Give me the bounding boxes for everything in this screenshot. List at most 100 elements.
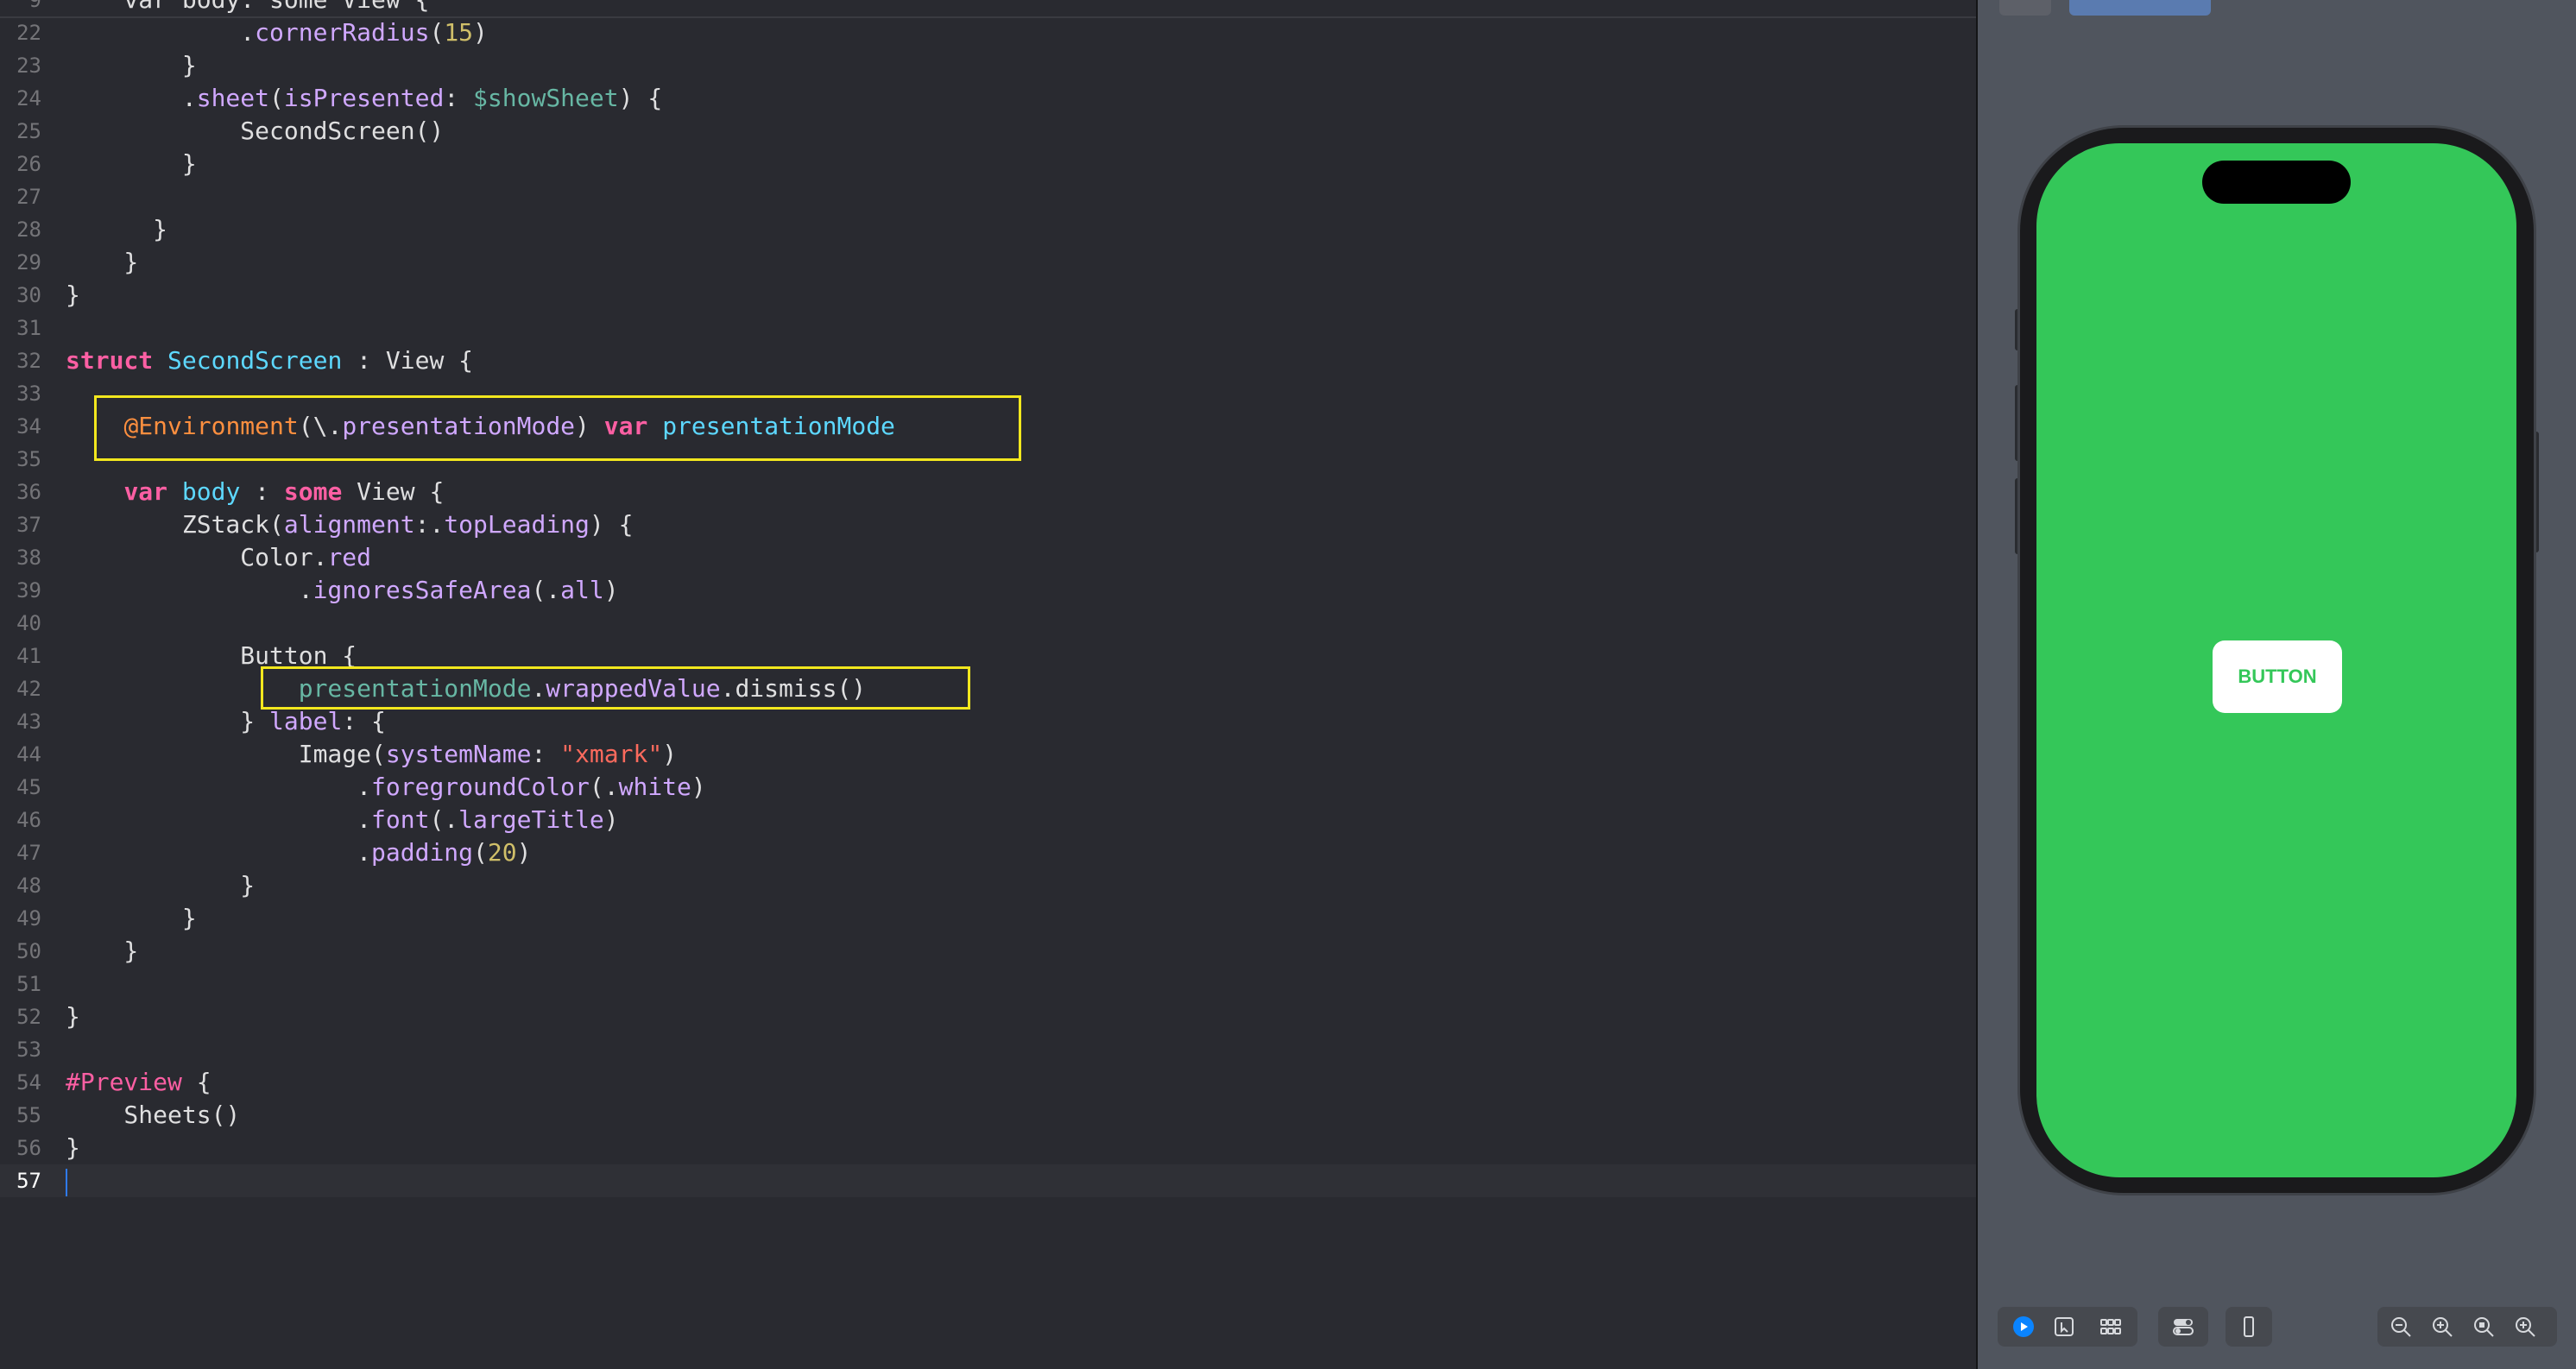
device-icon[interactable]	[2238, 1315, 2260, 1338]
code-line[interactable]: 24 .sheet(isPresented: $showSheet) {	[0, 82, 1976, 115]
code-line[interactable]: 52}	[0, 1000, 1976, 1033]
code-line[interactable]: 28 }	[0, 213, 1976, 246]
code-token: ) {	[589, 510, 634, 539]
line-number: 28	[16, 218, 41, 242]
code-token: Image(	[66, 740, 386, 768]
line-number: 44	[16, 742, 41, 767]
code-line[interactable]: 48 }	[0, 869, 1976, 902]
code-token: (.	[429, 805, 459, 834]
code-text: Color.red	[66, 541, 371, 574]
code-text: .padding(20)	[66, 836, 531, 869]
line-number: 23	[16, 54, 41, 78]
preview-tab[interactable]	[2069, 0, 2211, 16]
line-number: 45	[16, 775, 41, 799]
line-number: 56	[16, 1136, 41, 1160]
add-preview-button[interactable]	[1999, 0, 2051, 16]
code-token: .	[66, 838, 372, 867]
code-token: )	[603, 576, 619, 604]
code-token: )	[662, 740, 678, 768]
code-line[interactable]: 29 }	[0, 246, 1976, 279]
line-number: 29	[16, 250, 41, 274]
code-line[interactable]: 46 .font(.largeTitle)	[0, 804, 1976, 836]
code-token: }	[66, 1002, 80, 1031]
code-text: }	[66, 49, 197, 82]
code-line[interactable]: 32 struct SecondScreen : View {	[0, 344, 1976, 377]
code-token: some	[283, 477, 343, 506]
code-token: alignment	[283, 510, 415, 539]
code-token: )	[516, 838, 532, 867]
code-line[interactable]: 40	[0, 607, 1976, 640]
zoom-out-icon[interactable]	[2390, 1315, 2412, 1338]
code-token: SecondScreen	[167, 346, 343, 375]
code-line[interactable]: 55 Sheets()	[0, 1099, 1976, 1132]
highlight-box-environment	[94, 395, 1021, 461]
zoom-100-icon[interactable]	[2472, 1315, 2495, 1338]
code-text: SecondScreen()	[66, 115, 444, 148]
line-number: 46	[16, 808, 41, 832]
code-token: )	[691, 773, 706, 801]
code-line[interactable]: 38 Color.red	[0, 541, 1976, 574]
code-line[interactable]: 51	[0, 968, 1976, 1000]
code-token: : {	[342, 707, 386, 735]
line-number: 25	[16, 119, 41, 143]
code-line[interactable]: 36 var body : some View {	[0, 476, 1976, 508]
line-number: 53	[16, 1038, 41, 1062]
code-line[interactable]: 47 .padding(20)	[0, 836, 1976, 869]
code-token: }	[66, 707, 270, 735]
canvas-settings-icon[interactable]	[2172, 1315, 2194, 1338]
code-line[interactable]: 54 #Preview {	[0, 1066, 1976, 1099]
line-number: 49	[16, 906, 41, 931]
line-number: 22	[16, 21, 41, 45]
code-editor[interactable]: 9 var body: some View { 22 .cornerRadius…	[0, 0, 1976, 1369]
code-line[interactable]: 45 .foregroundColor(.white)	[0, 771, 1976, 804]
code-token: red	[327, 543, 372, 571]
line-number: 37	[16, 513, 41, 537]
code-line[interactable]: 56}	[0, 1132, 1976, 1164]
code-line[interactable]: 22 .cornerRadius(15)	[0, 16, 1976, 49]
code-text: Sheets()	[66, 1099, 240, 1132]
code-token: )	[473, 18, 488, 47]
code-line[interactable]: 44 Image(systemName: "xmark")	[0, 738, 1976, 771]
code-token: $showSheet	[473, 84, 619, 112]
code-token: }	[66, 904, 197, 932]
code-token: :	[444, 84, 474, 112]
code-token: :.	[414, 510, 445, 539]
line-number: 35	[16, 447, 41, 471]
select-icon[interactable]	[2053, 1315, 2075, 1338]
code-line[interactable]: 23 }	[0, 49, 1976, 82]
code-token: .	[66, 773, 372, 801]
code-text: }	[66, 279, 80, 312]
code-line[interactable]: 30}	[0, 279, 1976, 312]
code-line[interactable]: 50 }	[0, 935, 1976, 968]
code-token: font	[371, 805, 430, 834]
code-token: sheet	[196, 84, 270, 112]
zoom-in-icon[interactable]	[2514, 1315, 2536, 1338]
code-text: var body : some View {	[66, 476, 444, 508]
code-token: SecondScreen()	[66, 117, 445, 145]
code-token: }	[66, 937, 139, 965]
code-token: .	[66, 805, 372, 834]
code-token: 20	[487, 838, 517, 867]
code-line[interactable]: 25 SecondScreen()	[0, 115, 1976, 148]
variants-icon[interactable]	[2099, 1315, 2122, 1338]
code-line[interactable]: 49 }	[0, 902, 1976, 935]
code-line[interactable]: 26 }	[0, 148, 1976, 180]
code-line[interactable]: 37 ZStack(alignment:.topLeading) {	[0, 508, 1976, 541]
zoom-fit-icon[interactable]	[2431, 1315, 2453, 1338]
code-line[interactable]: 53	[0, 1033, 1976, 1066]
code-line[interactable]: 57	[0, 1164, 1976, 1197]
play-icon[interactable]	[2012, 1315, 2035, 1338]
code-token: cornerRadius	[255, 18, 430, 47]
code-token: topLeading	[444, 510, 590, 539]
code-token: (	[473, 838, 488, 867]
preview-button[interactable]: BUTTON	[2213, 640, 2342, 713]
code-line[interactable]: 39 .ignoresSafeArea(.all)	[0, 574, 1976, 607]
code-line[interactable]: 43 } label: {	[0, 705, 1976, 738]
line-number: 24	[16, 86, 41, 110]
code-token: padding	[371, 838, 474, 867]
line-number: 30	[16, 283, 41, 307]
code-line[interactable]: 31	[0, 312, 1976, 344]
code-line[interactable]: 27	[0, 180, 1976, 213]
